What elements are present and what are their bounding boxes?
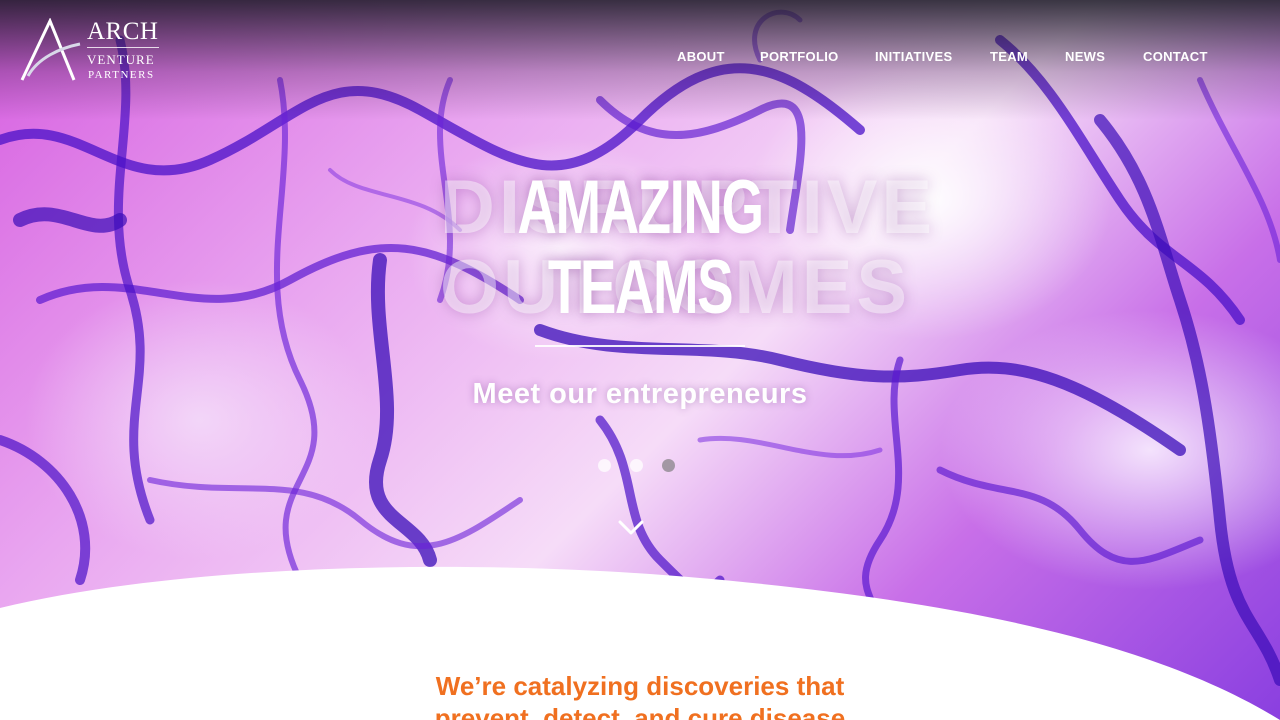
intro-tagline: We’re catalyzing discoveries that preven… bbox=[340, 670, 940, 720]
hero-wave-divider bbox=[0, 566, 1280, 720]
tagline-line-1: We’re catalyzing discoveries that bbox=[435, 671, 845, 701]
tagline-line-2: prevent, detect, and cure disease bbox=[434, 703, 846, 720]
